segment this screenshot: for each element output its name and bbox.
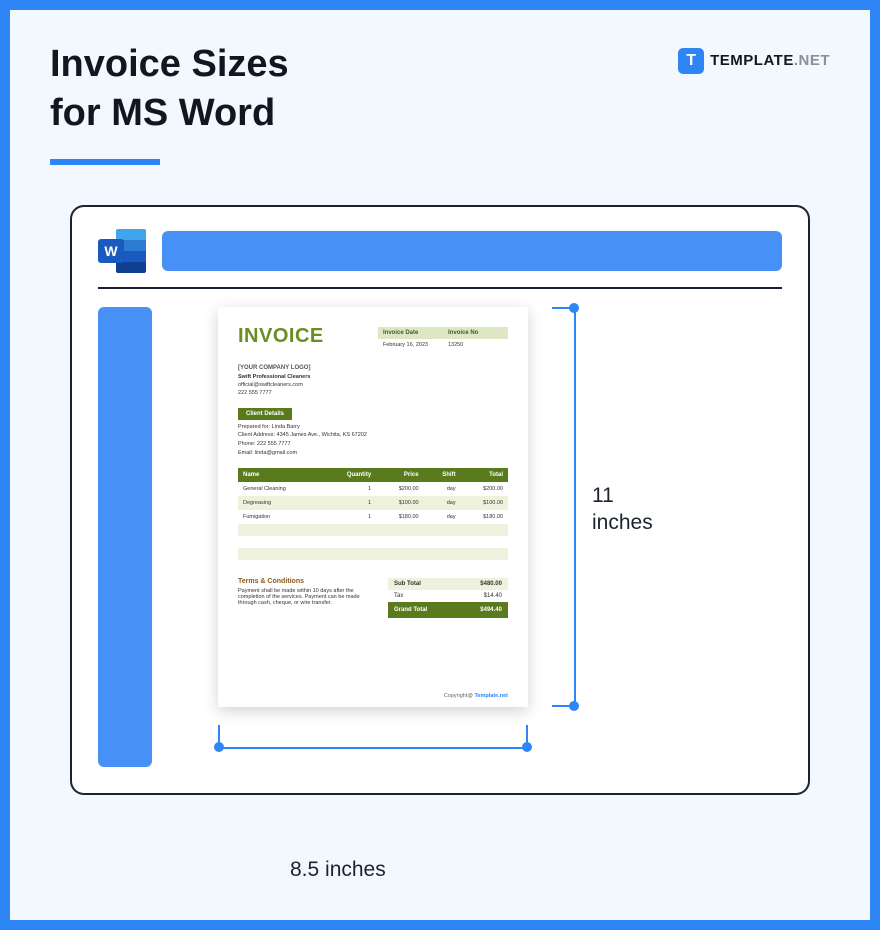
meta-no: 13250	[443, 339, 508, 351]
company-name: Swift Professional Cleaners	[238, 373, 508, 381]
col-shift: Shift	[424, 468, 461, 482]
height-dimension-line	[552, 307, 576, 707]
client-address: Client Address: 4345 James Ave., Wichita…	[238, 431, 508, 440]
bottom-area: Terms & Conditions Payment shall be made…	[238, 578, 508, 618]
side-panel	[98, 307, 152, 767]
meta-head-no: Invoice No	[443, 327, 508, 339]
table-row: Degreasing 1 $100.00 day $100.00	[238, 496, 508, 510]
table-row-blank	[238, 536, 508, 548]
terms-text: Payment shall be made within 10 days aft…	[238, 588, 376, 606]
word-window: W INVOICE Invoice Date Invoice No Februa…	[70, 205, 810, 795]
col-total: Total	[461, 468, 508, 482]
window-body: INVOICE Invoice Date Invoice No February…	[98, 307, 782, 767]
col-price: Price	[376, 468, 423, 482]
title-block: Invoice Sizes for MS Word	[50, 40, 289, 139]
totals-block: Sub Total $480.00 Tax $14.40 Grand Total…	[388, 578, 508, 618]
grandtotal-label: Grand Total	[394, 607, 427, 613]
client-email: Email: linda@gmail.com	[238, 449, 508, 458]
client-prepared: Prepared for: Linda Barry	[238, 423, 508, 432]
col-qty: Quantity	[322, 468, 376, 482]
client-header: Client Details	[238, 408, 292, 420]
brand-suffix: .NET	[794, 52, 830, 69]
outer-frame: Invoice Sizes for MS Word T TEMPLATE.NET…	[0, 0, 880, 930]
window-titlebar: W	[98, 229, 782, 273]
subtotal-value: $480.00	[480, 581, 502, 587]
brand-text: TEMPLATE	[710, 52, 794, 69]
company-phone: 222 555 7777	[238, 389, 508, 397]
company-block: [YOUR COMPANY LOGO] Swift Professional C…	[238, 364, 508, 398]
invoice-table: Name Quantity Price Shift Total General …	[238, 468, 508, 560]
grandtotal-value: $494.40	[480, 607, 502, 613]
subtotal-label: Sub Total	[394, 581, 421, 587]
width-dimension-line	[218, 725, 528, 749]
terms-title: Terms & Conditions	[238, 578, 376, 585]
brand-logo: T TEMPLATE.NET	[678, 48, 830, 74]
window-divider	[98, 287, 782, 289]
table-row-blank	[238, 548, 508, 560]
copyright: Copyright@ Template.net	[444, 693, 508, 699]
page-title-line2: for MS Word	[50, 89, 289, 138]
ms-word-icon: W	[98, 229, 146, 273]
invoice-meta: Invoice Date Invoice No February 16, 202…	[378, 327, 508, 351]
tax-label: Tax	[394, 593, 403, 599]
terms-block: Terms & Conditions Payment shall be made…	[238, 578, 376, 618]
header: Invoice Sizes for MS Word T TEMPLATE.NET	[50, 40, 830, 139]
brand-icon: T	[678, 48, 704, 74]
table-row: Fumigation 1 $180.00 day $180.00	[238, 510, 508, 524]
meta-date: February 16, 2023	[378, 339, 443, 351]
title-underline	[50, 159, 160, 165]
invoice-document: INVOICE Invoice Date Invoice No February…	[218, 307, 528, 707]
height-label: 11 inches	[592, 482, 653, 537]
brand-text-wrap: TEMPLATE.NET	[710, 52, 830, 70]
company-logo-placeholder: [YOUR COMPANY LOGO]	[238, 364, 508, 373]
client-phone: Phone: 222 555 7777	[238, 440, 508, 449]
company-email: official@swiftcleaners.com	[238, 381, 508, 389]
page-title-line1: Invoice Sizes	[50, 40, 289, 89]
table-row: General Cleaning 1 $200.00 day $200.00	[238, 482, 508, 496]
col-name: Name	[238, 468, 322, 482]
tax-value: $14.40	[484, 593, 502, 599]
ribbon-bar	[162, 231, 782, 271]
width-label: 8.5 inches	[290, 858, 386, 882]
copyright-link: Template.net	[474, 693, 508, 699]
table-row-blank	[238, 524, 508, 536]
canvas-area: INVOICE Invoice Date Invoice No February…	[218, 307, 782, 767]
client-block: Prepared for: Linda Barry Client Address…	[238, 423, 508, 458]
meta-head-date: Invoice Date	[378, 327, 443, 339]
